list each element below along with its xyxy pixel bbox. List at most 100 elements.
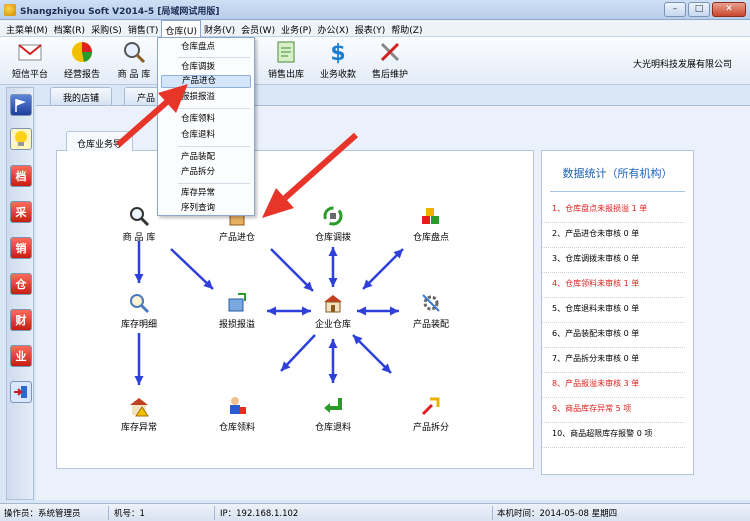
- tab-warehouse-guide[interactable]: 仓库业务导: [66, 131, 134, 151]
- menu-help[interactable]: 帮助(Z): [388, 20, 425, 37]
- status-bar: 操作员：系统管理员 机号：1 IP：192.168.1.102 本机时间：201…: [0, 503, 750, 521]
- menu-warehouse[interactable]: 仓库(U): [161, 20, 201, 37]
- status-separator: [214, 506, 215, 520]
- stats-divider: [550, 191, 685, 192]
- stat-item[interactable]: 6、产品装配未审核 0 单: [542, 323, 685, 348]
- menu-item-stock-abnormal[interactable]: 库存异常: [161, 187, 251, 200]
- menu-business[interactable]: 业务(P): [278, 20, 314, 37]
- magnifier-icon: [127, 204, 151, 228]
- menu-item-transfer[interactable]: 仓库调拨: [161, 61, 251, 74]
- stat-item[interactable]: 9、商品库存异常 5 项: [542, 398, 685, 423]
- sms-platform-button[interactable]: 短信平台: [6, 39, 54, 80]
- close-button[interactable]: ✕: [712, 2, 746, 17]
- sales-icon[interactable]: 销: [10, 237, 32, 259]
- menu-item-stocktake[interactable]: 仓库盘点: [161, 41, 251, 54]
- company-name: 大光明科技发展有限公司: [632, 60, 732, 70]
- flow-arrow: [352, 334, 392, 374]
- node-stocktake[interactable]: 仓库盘点: [401, 204, 461, 243]
- toolbar: 短信平台 经营报告 商 品 库 销售出库 $ 业务收款 售后维护 大光明科技发展…: [0, 37, 750, 85]
- warning-house-icon: [127, 394, 151, 418]
- node-return[interactable]: 仓库退料: [303, 394, 363, 433]
- assembly-icon: [419, 291, 443, 315]
- dollar-icon: $: [325, 39, 351, 65]
- menu-item-split[interactable]: 产品拆分: [161, 166, 251, 179]
- archive-icon[interactable]: 档: [10, 165, 32, 187]
- sales-outbound-button[interactable]: 销售出库: [262, 39, 310, 80]
- worker-icon: [225, 394, 249, 418]
- node-picking[interactable]: 仓库领料: [207, 394, 267, 433]
- split-icon: [419, 394, 443, 418]
- stats-panel: 数据统计（所有机构） 1、仓库盘点未报损溢 1 单 2、产品进仓未审核 0 单 3、…: [541, 150, 694, 475]
- flow-area: 仓库业务导 商 品 库 产品进仓 仓库调拨 仓库盘点 库存明细 报损报溢 企业仓…: [56, 124, 534, 469]
- menu-purchase[interactable]: 采购(S): [88, 20, 125, 37]
- maximize-button[interactable]: □: [688, 2, 710, 17]
- stat-item[interactable]: 8、产品报溢未审核 3 单: [542, 373, 685, 398]
- window-title: Shangzhiyou Soft V2014-5 [局域网试用版]: [20, 7, 220, 17]
- exit-icon[interactable]: [10, 381, 32, 403]
- left-sidebar: 档 采 销 仓 财 业: [6, 87, 34, 500]
- status-separator: [492, 506, 493, 520]
- node-stock-detail[interactable]: 库存明细: [109, 291, 169, 330]
- flow-arrow: [170, 248, 214, 290]
- purchase-icon[interactable]: 采: [10, 201, 32, 223]
- stat-item[interactable]: 1、仓库盘点未报损溢 1 单: [542, 198, 685, 223]
- business-icon[interactable]: 业: [10, 345, 32, 367]
- tools-icon: [377, 39, 403, 65]
- pie-chart-icon: [69, 39, 95, 65]
- business-receipt-button[interactable]: $ 业务收款: [314, 39, 362, 80]
- menu-item-picking[interactable]: 仓库领料: [161, 113, 251, 126]
- menu-office[interactable]: 办公(X): [315, 20, 352, 37]
- app-icon: [4, 4, 16, 16]
- menu-member[interactable]: 会员(W): [238, 20, 278, 37]
- status-operator: 操作员：系统管理员: [4, 509, 81, 519]
- menu-item-serial-query[interactable]: 序列查询: [161, 202, 251, 215]
- node-enterprise-warehouse[interactable]: 企业仓库: [303, 291, 363, 330]
- menu-main[interactable]: 主菜单(M): [3, 20, 51, 37]
- bulb-icon[interactable]: [10, 128, 32, 150]
- flow-arrow: [270, 248, 314, 292]
- node-split[interactable]: 产品拆分: [401, 394, 461, 433]
- flow-arrow: [134, 333, 144, 385]
- minimize-button[interactable]: –: [664, 2, 686, 17]
- flag-icon[interactable]: [10, 94, 32, 116]
- menu-item-return[interactable]: 仓库退料: [161, 129, 251, 142]
- node-assembly[interactable]: 产品装配: [401, 291, 461, 330]
- status-separator: [108, 506, 109, 520]
- menu-item-product-in[interactable]: 产品进仓: [161, 75, 251, 88]
- node-loss-gain[interactable]: 报损报溢: [207, 291, 267, 330]
- stats-title: 数据统计（所有机构）: [562, 167, 673, 180]
- transfer-icon: [321, 204, 345, 228]
- menu-separator: [178, 57, 250, 58]
- menu-reports[interactable]: 报表(Y): [352, 20, 389, 37]
- flow-arrow: [357, 306, 399, 316]
- stat-item[interactable]: 2、产品进仓未审核 0 单: [542, 223, 685, 248]
- product-library-button[interactable]: 商 品 库: [110, 39, 158, 80]
- after-sales-button[interactable]: 售后维护: [366, 39, 414, 80]
- menu-item-assembly[interactable]: 产品装配: [161, 151, 251, 164]
- title-bar: Shangzhiyou Soft V2014-5 [局域网试用版] – □ ✕: [0, 0, 750, 20]
- stat-item[interactable]: 10、商品超限库存报警 0 项: [542, 423, 685, 448]
- stat-item[interactable]: 7、产品拆分未审核 0 单: [542, 348, 685, 373]
- status-time: 本机时间：2014-05-08 星期四: [497, 509, 618, 519]
- menu-separator: [178, 146, 250, 147]
- return-arrow-icon: [321, 394, 345, 418]
- window-controls: – □ ✕: [664, 2, 746, 17]
- stat-item[interactable]: 4、仓库领料未审核 1 单: [542, 273, 685, 298]
- menu-finance[interactable]: 财务(V): [201, 20, 238, 37]
- finance-icon[interactable]: 财: [10, 309, 32, 331]
- menu-archive[interactable]: 档案(R): [51, 20, 88, 37]
- menu-sales[interactable]: 销售(T): [125, 20, 162, 37]
- tab-strip: 我的店铺 产品: [36, 87, 750, 105]
- menu-separator: [178, 108, 250, 109]
- node-stock-abnormal[interactable]: 库存异常: [109, 394, 169, 433]
- stat-item[interactable]: 3、仓库调拨未审核 0 单: [542, 248, 685, 273]
- warehouse-flow-panel: 商 品 库 产品进仓 仓库调拨 仓库盘点 库存明细 报损报溢 企业仓库 产品装配…: [56, 150, 534, 469]
- node-transfer[interactable]: 仓库调拨: [303, 204, 363, 243]
- tab-my-shop[interactable]: 我的店铺: [50, 87, 113, 105]
- menu-item-loss-gain[interactable]: 报损报溢: [161, 91, 251, 104]
- loss-gain-icon: [225, 291, 249, 315]
- business-report-button[interactable]: 经营报告: [58, 39, 106, 80]
- flow-arrow: [328, 339, 338, 383]
- stat-item[interactable]: 5、仓库退料未审核 0 单: [542, 298, 685, 323]
- warehouse-icon[interactable]: 仓: [10, 273, 32, 295]
